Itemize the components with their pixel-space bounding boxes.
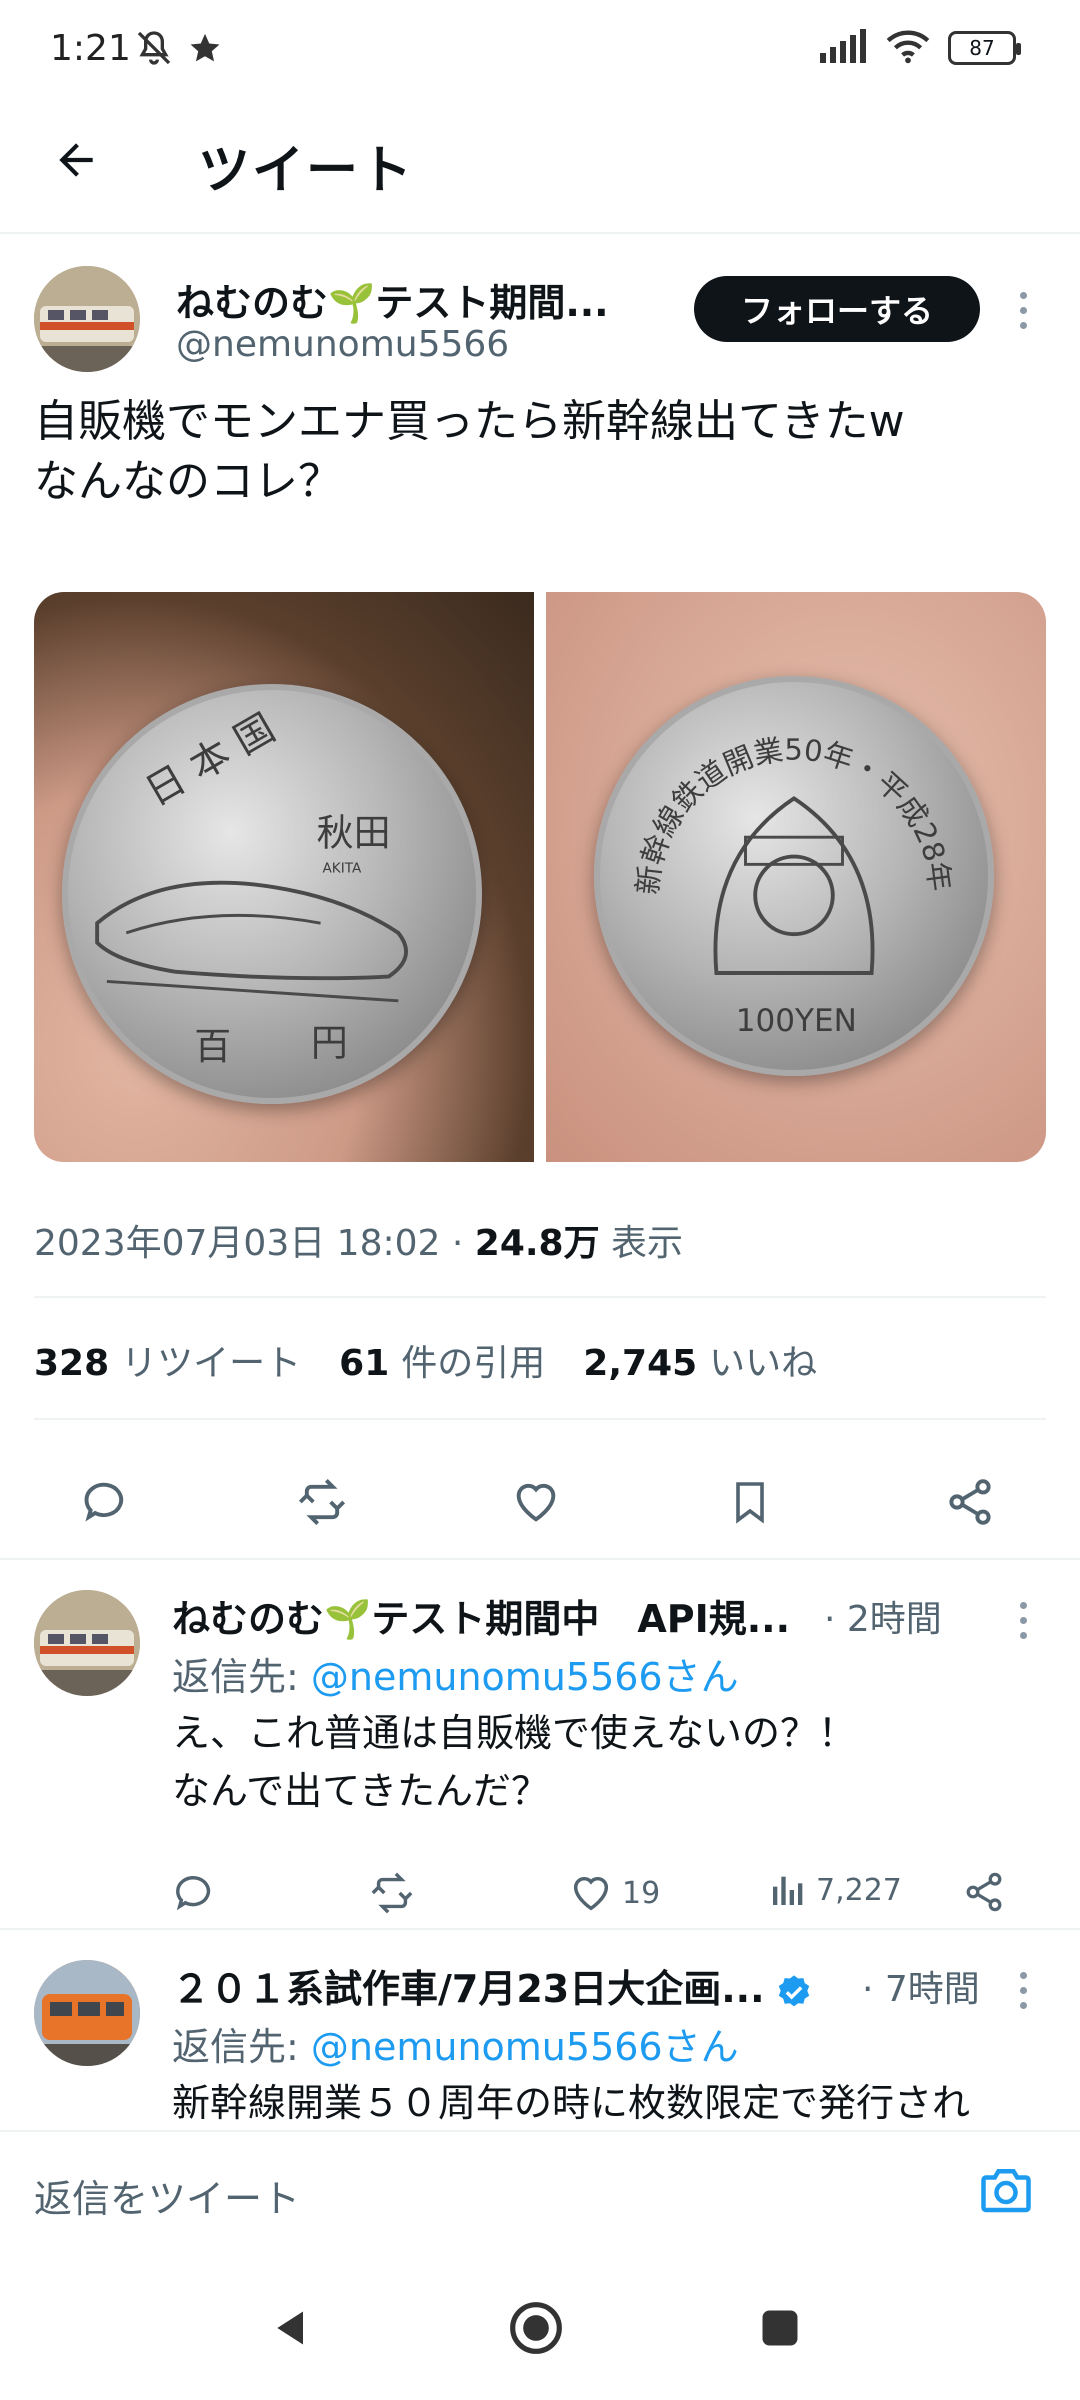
reply-icon[interactable] xyxy=(76,1472,136,1532)
like-icon[interactable] xyxy=(506,1472,566,1532)
like-count: 19 xyxy=(622,1875,661,1911)
avatar[interactable] xyxy=(34,1590,140,1696)
photo-coin-front[interactable]: 日 本 国 秋田 AKITA 百 円 xyxy=(34,592,534,1162)
status-time: 1:21 xyxy=(50,28,131,69)
share-icon[interactable] xyxy=(940,1472,1000,1532)
reply-compose-bar: 返信をツイート xyxy=(0,2130,1080,2257)
mention-link[interactable]: @nemunomu5566さん xyxy=(311,1655,739,1699)
svg-text:円: 円 xyxy=(311,1021,348,1064)
bell-off-icon xyxy=(134,28,174,72)
reply-tweet[interactable]: ねむのむ🌱テスト期間中 API規... · 2時間 返信先: @nemunomu… xyxy=(0,1558,1080,1928)
status-bar: 1:21 87 xyxy=(0,0,1080,100)
reply-time: · 7時間 xyxy=(862,1969,980,2010)
share-icon[interactable] xyxy=(962,1870,1006,1914)
status-icons-left xyxy=(134,28,222,72)
page-title: ツイート xyxy=(198,141,415,201)
more-options-icon[interactable] xyxy=(1013,1962,1033,2018)
nav-home-icon[interactable] xyxy=(506,2298,566,2358)
svg-text:百: 百 xyxy=(194,1025,231,1068)
follow-button[interactable]: フォローする xyxy=(694,276,980,342)
reply-to: 返信先: @nemunomu5566さん xyxy=(172,2025,739,2069)
mention-link[interactable]: @nemunomu5566さん xyxy=(311,2025,739,2069)
analytics-icon xyxy=(773,1876,803,1905)
verified-badge-icon xyxy=(778,1974,809,2006)
views-count: 7,227 xyxy=(816,1872,902,1908)
avatar[interactable] xyxy=(34,266,140,372)
reply-time: · 2時間 xyxy=(824,1599,942,1640)
author-name[interactable]: ねむのむ🌱テスト期間... xyxy=(176,272,646,327)
camera-icon[interactable] xyxy=(976,2160,1036,2220)
svg-text:AKITA: AKITA xyxy=(323,861,362,877)
reply-icon[interactable] xyxy=(172,1870,218,1916)
reply-tweet[interactable]: ２０１系試作車/7月23日大企画... · 7時間 返信先: @nemunomu… xyxy=(0,1928,1080,2130)
likes-stat[interactable]: 2,745 いいね xyxy=(583,1334,817,1386)
reply-text: え、これ普通は自販機で使えないの？！ なんで出てきたんだ？ xyxy=(172,1711,857,1813)
top-app-bar: ツイート xyxy=(0,100,1080,234)
nav-recents-icon[interactable] xyxy=(750,2298,810,2358)
system-nav-bar xyxy=(0,2250,1080,2400)
back-button[interactable] xyxy=(44,128,108,192)
like-button[interactable]: 19 xyxy=(568,1870,660,1916)
divider xyxy=(34,1296,1046,1298)
battery-icon: 87 xyxy=(948,31,1021,65)
avatar[interactable] xyxy=(34,1960,140,2066)
tweet-action-bar xyxy=(0,1452,1080,1562)
signal-icon xyxy=(820,29,868,67)
status-icons-right: 87 xyxy=(820,28,1021,68)
more-options-icon[interactable] xyxy=(1013,1592,1033,1648)
coin-front: 日 本 国 秋田 AKITA 百 円 xyxy=(62,684,482,1104)
tweet-stats: 328 リツイート 61 件の引用 2,745 いいね xyxy=(34,1334,817,1386)
tweet-timestamp: 2023年07月03日 18:02 · 24.8万 表示 xyxy=(34,1223,684,1264)
reply-text: 新幹線開業５０周年の時に枚数限定で発行され xyxy=(172,2081,971,2125)
reply-action-bar: 19 7,227 xyxy=(172,1870,1022,1930)
tweet-text: 自販機でモンエナ買ったら新幹線出てきたw なんなのコレ？ xyxy=(34,396,905,507)
quotes-stat[interactable]: 61 件の引用 xyxy=(339,1334,545,1386)
star-icon xyxy=(188,31,222,69)
views-count[interactable]: 24.8万 xyxy=(475,1223,600,1264)
bookmark-icon[interactable] xyxy=(720,1472,780,1532)
nav-back-icon[interactable] xyxy=(262,2298,322,2358)
divider xyxy=(34,1418,1046,1420)
reply-author-name[interactable]: ねむのむ🌱テスト期間中 API規... xyxy=(172,1588,790,1643)
svg-text:100YEN: 100YEN xyxy=(736,1003,857,1039)
reply-input[interactable]: 返信をツイート xyxy=(34,2168,300,2223)
retweet-icon[interactable] xyxy=(368,1870,416,1916)
views-button[interactable]: 7,227 xyxy=(768,1870,902,1910)
svg-text:日 本 国: 日 本 国 xyxy=(138,706,283,816)
photo-coin-back[interactable]: 新幹線鉄道開業50年・平成28年・ 100YEN xyxy=(546,592,1046,1162)
svg-text:秋田: 秋田 xyxy=(317,811,391,854)
reply-author-name[interactable]: ２０１系試作車/7月23日大企画... xyxy=(172,1958,813,2013)
retweet-icon[interactable] xyxy=(292,1472,352,1532)
tweet-media: 日 本 国 秋田 AKITA 百 円 新幹線鉄道開業50年・平成28年・ xyxy=(34,592,1046,1162)
coin-back: 新幹線鉄道開業50年・平成28年・ 100YEN xyxy=(594,676,994,1076)
retweets-stat[interactable]: 328 リツイート xyxy=(34,1334,301,1386)
wifi-icon xyxy=(886,28,930,68)
author-handle[interactable]: @nemunomu5566 xyxy=(176,324,509,365)
more-options-icon[interactable] xyxy=(1013,282,1033,338)
like-icon xyxy=(573,1876,609,1911)
reply-to: 返信先: @nemunomu5566さん xyxy=(172,1655,739,1699)
arrow-left-icon xyxy=(59,143,93,177)
